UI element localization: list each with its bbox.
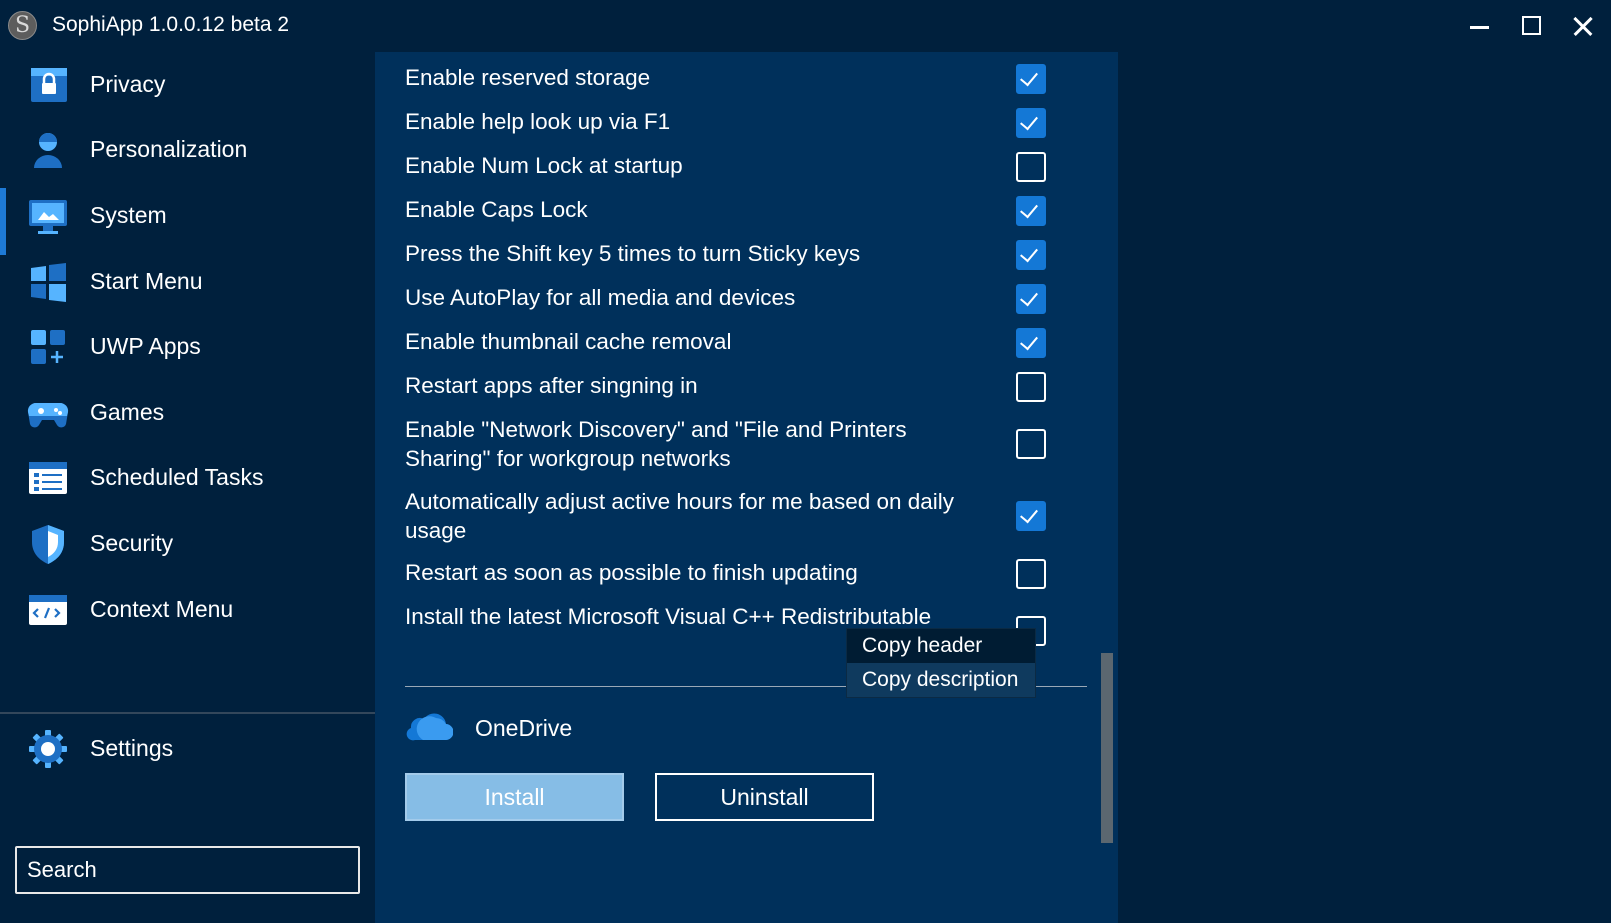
option-label: Enable help look up via F1 [405, 109, 671, 134]
settings-content-panel: Enable reserved storage Enable help look… [375, 52, 1118, 923]
sidebar: Privacy Personalization System Start Men… [0, 52, 375, 923]
option-label: Enable Num Lock at startup [405, 153, 683, 178]
code-window-icon [26, 588, 70, 632]
option-checkbox[interactable] [1016, 328, 1046, 358]
sidebar-item-label: System [90, 202, 167, 228]
privacy-lock-icon [26, 63, 70, 107]
task-list-icon [26, 456, 70, 500]
sidebar-item-system[interactable]: System [0, 183, 375, 249]
option-label: Install the latest Microsoft Visual C++ … [405, 604, 932, 629]
scrollbar-thumb[interactable] [1101, 653, 1113, 843]
sidebar-item-label: Personalization [90, 136, 248, 162]
sidebar-item-uwp-apps[interactable]: UWP Apps [0, 314, 375, 380]
option-checkbox[interactable] [1016, 240, 1046, 270]
option-checkbox[interactable] [1016, 64, 1046, 94]
option-checkbox[interactable] [1016, 152, 1046, 182]
option-checkbox[interactable] [1016, 196, 1046, 226]
option-label: Press the Shift key 5 times to turn Stic… [405, 241, 861, 266]
sidebar-item-games[interactable]: Games [0, 380, 375, 446]
option-checkbox[interactable] [1016, 559, 1046, 589]
close-button[interactable] [1557, 0, 1609, 52]
minimize-button[interactable] [1453, 0, 1505, 52]
shield-icon [26, 522, 70, 566]
sidebar-item-label: Games [90, 399, 165, 425]
option-label: Enable "Network Discovery" and "File and… [405, 417, 907, 471]
option-label: Restart apps after singning in [405, 373, 698, 398]
onedrive-label: OneDrive [475, 715, 573, 741]
option-label: Enable thumbnail cache removal [405, 329, 732, 354]
windows-logo-icon [26, 260, 70, 304]
sidebar-item-privacy[interactable]: Privacy [0, 52, 375, 118]
sidebar-item-settings[interactable]: Settings [0, 716, 375, 782]
monitor-settings-icon [26, 194, 70, 238]
sidebar-item-context-menu[interactable]: Context Menu [0, 577, 375, 643]
sidebar-item-security[interactable]: Security [0, 511, 375, 577]
maximize-button[interactable] [1505, 0, 1557, 52]
context-menu-copy-header[interactable]: Copy header [847, 629, 1035, 663]
sidebar-item-label: UWP Apps [90, 333, 201, 359]
install-button[interactable]: Install [405, 773, 624, 821]
sidebar-item-label: Context Menu [90, 596, 234, 622]
gear-icon [26, 727, 70, 771]
sidebar-item-start-menu[interactable]: Start Menu [0, 249, 375, 315]
option-label: Restart as soon as possible to finish up… [405, 560, 858, 585]
search-box[interactable] [15, 846, 360, 894]
onedrive-cloud-icon [403, 708, 454, 742]
option-checkbox[interactable] [1016, 372, 1046, 402]
uninstall-button[interactable]: Uninstall [655, 773, 874, 821]
window-title: SophiApp 1.0.0.12 beta 2 [52, 13, 290, 36]
option-checkbox[interactable] [1016, 284, 1046, 314]
option-checkbox[interactable] [1016, 108, 1046, 138]
option-checkbox[interactable] [1016, 501, 1046, 531]
context-menu-copy-description[interactable]: Copy description [847, 663, 1035, 697]
sidebar-item-personalization[interactable]: Personalization [0, 117, 375, 183]
sidebar-item-label: Scheduled Tasks [90, 464, 264, 490]
app-logo-icon: S [8, 11, 37, 40]
option-label: Enable Caps Lock [405, 197, 588, 222]
context-menu: Copy header Copy description [846, 628, 1036, 698]
person-icon [26, 128, 70, 172]
search-input[interactable] [17, 848, 358, 892]
sidebar-item-label: Settings [90, 735, 174, 761]
sidebar-divider [0, 712, 375, 714]
option-label: Use AutoPlay for all media and devices [405, 285, 796, 310]
option-checkbox[interactable] [1016, 429, 1046, 459]
sidebar-item-scheduled-tasks[interactable]: Scheduled Tasks [0, 445, 375, 511]
sidebar-item-label: Security [90, 530, 174, 556]
sidebar-item-label: Privacy [90, 71, 166, 97]
sidebar-item-label: Start Menu [90, 268, 203, 294]
option-label: Enable reserved storage [405, 65, 651, 90]
gamepad-icon [26, 391, 70, 435]
apps-grid-icon [26, 325, 70, 369]
option-label: Automatically adjust active hours for me… [405, 489, 955, 543]
title-bar: S SophiApp 1.0.0.12 beta 2 [0, 0, 1611, 52]
